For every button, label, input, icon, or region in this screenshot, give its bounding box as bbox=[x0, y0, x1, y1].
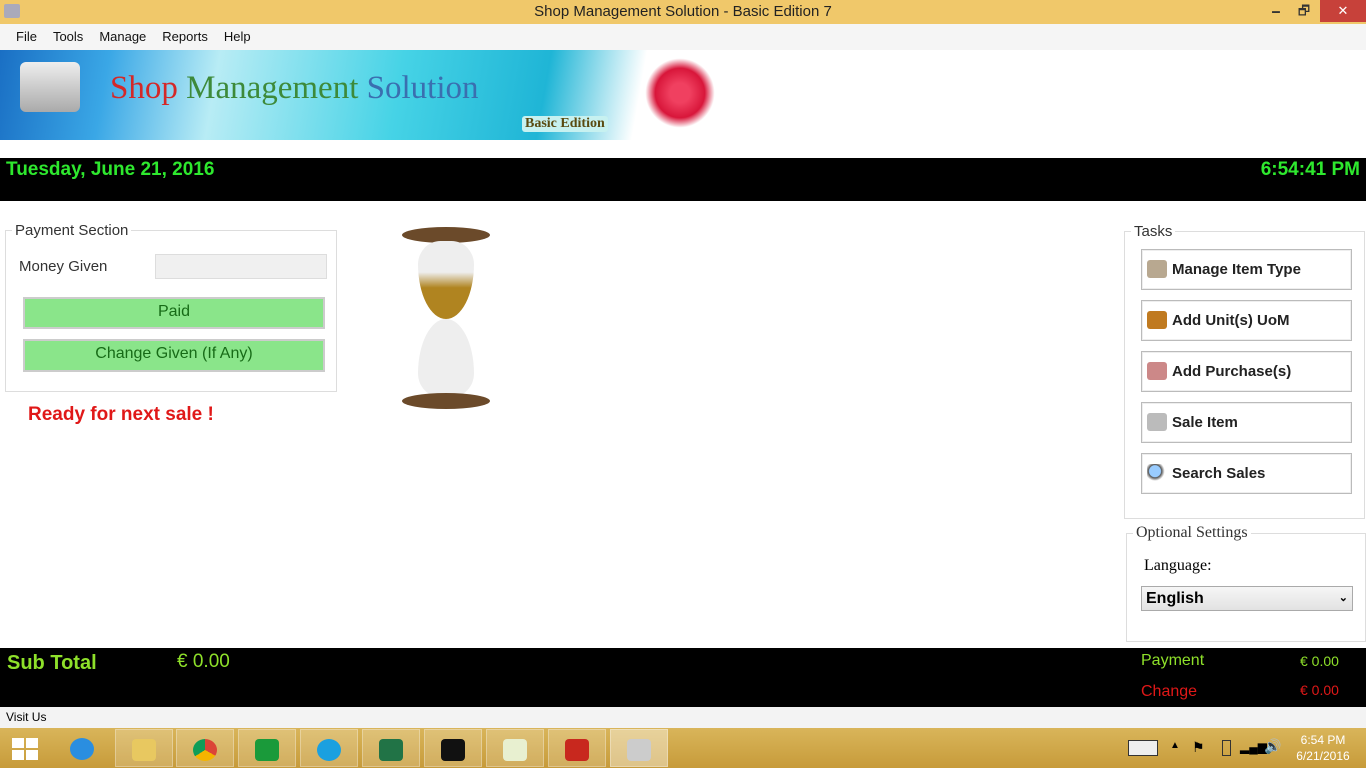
date-bar: Tuesday, June 21, 2016 6:54:41 PM bbox=[0, 158, 1366, 201]
maximize-button[interactable]: 🗗 bbox=[1290, 0, 1318, 22]
language-value: English bbox=[1146, 590, 1204, 607]
shop-app-icon[interactable] bbox=[610, 729, 668, 767]
add-purchase-button[interactable]: Add Purchase(s) bbox=[1141, 351, 1352, 392]
payment-label: Payment bbox=[1141, 652, 1205, 669]
ie-icon[interactable] bbox=[53, 729, 111, 767]
skype-icon[interactable] bbox=[300, 729, 358, 767]
language-label: Language: bbox=[1144, 557, 1212, 574]
volume-icon[interactable]: 🔊 bbox=[1264, 738, 1281, 755]
menu-reports[interactable]: Reports bbox=[154, 24, 216, 50]
optional-settings: Optional Settings bbox=[1126, 524, 1366, 642]
menu-help[interactable]: Help bbox=[216, 24, 259, 50]
chrome-icon[interactable] bbox=[176, 729, 234, 767]
taskbar: ▲ ⚑ ▂▄▆ 🔊 6:54 PM 6/21/2016 bbox=[0, 728, 1366, 768]
money-given-label: Money Given bbox=[19, 258, 108, 275]
explorer-icon[interactable] bbox=[115, 729, 173, 767]
manage-item-type-button[interactable]: Manage Item Type bbox=[1141, 249, 1352, 290]
edition-badge: Basic Edition bbox=[522, 116, 608, 132]
start-button[interactable] bbox=[12, 738, 38, 760]
totals-bar: Sub Total € 0.00 Payment € 0.00 Change €… bbox=[0, 648, 1366, 707]
store-icon[interactable] bbox=[238, 729, 296, 767]
close-button[interactable]: ✕ bbox=[1320, 0, 1366, 22]
task-label: Search Sales bbox=[1172, 465, 1266, 482]
menu-bar: File Tools Manage Reports Help bbox=[0, 24, 1366, 50]
change-given-button[interactable]: Change Given (If Any) bbox=[23, 339, 325, 372]
sale-item-button[interactable]: Sale Item bbox=[1141, 402, 1352, 443]
minimize-button[interactable]: 🗕 bbox=[1262, 0, 1290, 22]
task-label: Add Unit(s) UoM bbox=[1172, 312, 1290, 329]
paid-button[interactable]: Paid bbox=[23, 297, 325, 329]
status-message: Ready for next sale ! bbox=[28, 404, 214, 425]
banner-word: Shop bbox=[110, 70, 178, 106]
subtotal-value: € 0.00 bbox=[177, 651, 230, 672]
cmd-icon[interactable] bbox=[424, 729, 482, 767]
visit-us-link[interactable]: Visit Us bbox=[0, 707, 1366, 728]
search-icon bbox=[1147, 464, 1167, 482]
filezilla-icon[interactable] bbox=[548, 729, 606, 767]
excel-icon[interactable] bbox=[362, 729, 420, 767]
date-display: Tuesday, June 21, 2016 bbox=[6, 159, 215, 180]
menu-tools[interactable]: Tools bbox=[45, 24, 91, 50]
cash-register-icon bbox=[20, 62, 80, 112]
menu-manage[interactable]: Manage bbox=[91, 24, 154, 50]
change-label: Change bbox=[1141, 683, 1198, 700]
keyboard-icon[interactable] bbox=[1128, 740, 1158, 756]
subtotal-label: Sub Total bbox=[7, 652, 97, 674]
task-label: Manage Item Type bbox=[1172, 261, 1301, 278]
money-given-input[interactable] bbox=[155, 254, 327, 279]
window-title: Shop Management Solution - Basic Edition… bbox=[534, 3, 832, 20]
system-clock[interactable]: 6:54 PM 6/21/2016 bbox=[1290, 732, 1356, 764]
cart-icon bbox=[1147, 362, 1167, 380]
banner: Shop Management Solution bbox=[0, 50, 720, 140]
add-unit-button[interactable]: Add Unit(s) UoM bbox=[1141, 300, 1352, 341]
cash-register-icon bbox=[1147, 413, 1167, 431]
task-label: Sale Item bbox=[1172, 414, 1238, 431]
show-hidden-icons[interactable]: ▲ bbox=[1170, 740, 1180, 751]
notepad-icon[interactable] bbox=[486, 729, 544, 767]
banner-title: Shop Management Solution bbox=[110, 70, 479, 107]
settings-legend: Optional Settings bbox=[1136, 524, 1248, 541]
chevron-down-icon: ⌄ bbox=[1338, 592, 1348, 604]
banner-word: Solution bbox=[366, 70, 479, 106]
box-icon bbox=[1147, 260, 1167, 278]
payment-legend: Payment Section bbox=[15, 222, 129, 239]
search-sales-button[interactable]: Search Sales bbox=[1141, 453, 1352, 494]
clock-date: 6/21/2016 bbox=[1296, 749, 1350, 763]
flower-icon bbox=[645, 58, 715, 128]
time-display: 6:54:41 PM bbox=[1260, 159, 1360, 180]
clock-time: 6:54 PM bbox=[1300, 733, 1346, 747]
title-bar: Shop Management Solution - Basic Edition… bbox=[0, 0, 1366, 24]
action-center-icon[interactable]: ⚑ bbox=[1192, 739, 1205, 756]
language-select[interactable]: English ⌄ bbox=[1141, 586, 1353, 611]
battery-icon[interactable] bbox=[1222, 740, 1231, 756]
tasks-legend: Tasks bbox=[1134, 223, 1173, 240]
payment-value: € 0.00 bbox=[1300, 653, 1339, 669]
unit-icon bbox=[1147, 311, 1167, 329]
signal-icon[interactable]: ▂▄▆ bbox=[1240, 740, 1267, 754]
menu-file[interactable]: File bbox=[8, 24, 45, 50]
app-icon[interactable] bbox=[4, 4, 20, 18]
hourglass-icon bbox=[402, 227, 490, 411]
banner-word: Management bbox=[186, 70, 359, 106]
change-value: € 0.00 bbox=[1300, 682, 1339, 698]
task-label: Add Purchase(s) bbox=[1172, 363, 1292, 380]
